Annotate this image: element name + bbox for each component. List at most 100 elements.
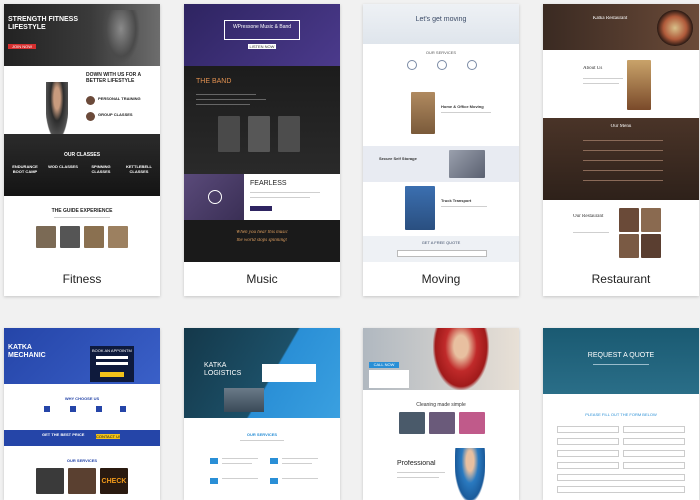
text-line: [222, 458, 258, 459]
template-label[interactable]: Moving: [363, 262, 519, 296]
template-card-mechanic[interactable]: KATKA MECHANIC BOOK AN APPOINTMENT WHY C…: [4, 328, 160, 500]
truck-photo: [405, 186, 435, 230]
menu-row: [583, 140, 663, 141]
menu-section: [543, 118, 699, 200]
feature-icon: [96, 406, 102, 412]
brand-title: KATKA MECHANIC: [8, 344, 46, 359]
gym-photo: [60, 226, 80, 248]
template-card-logistics[interactable]: KATKA LOGISTICS OUR SERVICES: [184, 328, 340, 500]
text-line: [196, 94, 256, 95]
gym-photo: [36, 226, 56, 248]
truck-image: [224, 388, 264, 412]
info-box: [369, 370, 409, 388]
cleaner-portrait: [455, 448, 485, 500]
text-line: [54, 217, 110, 218]
form-field: [557, 486, 685, 493]
dish-image: [657, 10, 693, 46]
feature-icon: [70, 406, 76, 412]
text-line: [593, 364, 649, 365]
point-icon: [86, 112, 95, 121]
service-item: Secure Self Storage: [379, 156, 417, 161]
text-line: [282, 458, 318, 459]
template-label[interactable]: Music: [184, 262, 340, 296]
template-card-moving[interactable]: Let's get moving OUR SERVICES Home & Off…: [363, 4, 519, 296]
template-thumbnail-mechanic[interactable]: KATKA MECHANIC BOOK AN APPOINTMENT WHY C…: [4, 328, 160, 500]
service-icon: [270, 458, 278, 464]
template-card-restaurant[interactable]: Katka Restaurant About Us Our Menu Our R…: [543, 4, 699, 296]
template-card-quote[interactable]: REQUEST A QUOTE PLEASE FILL OUT THE FORM…: [543, 328, 699, 500]
classes-title: OUR CLASSES: [63, 152, 101, 158]
text-line: [397, 472, 445, 473]
call-badge: CALL NOW: [369, 362, 399, 368]
quote-line: the world stops spinning!: [236, 238, 288, 243]
text-line: [573, 232, 609, 233]
text-line: [441, 206, 487, 207]
service-photo: [459, 412, 485, 434]
menu-row: [583, 150, 663, 151]
service-icon: [270, 478, 278, 484]
play-icon: [208, 190, 222, 204]
hero-title: REQUEST A QUOTE: [587, 352, 655, 359]
text-line: [196, 99, 266, 100]
form-field: [557, 426, 619, 433]
template-thumbnail-fitness[interactable]: STRENGTH FITNESS LIFESTYLE JOIN NOW DOWN…: [4, 4, 160, 262]
template-thumbnail-music[interactable]: WPressone Music & Band LISTEN NOW THE BA…: [184, 4, 340, 262]
professional-title: Professional: [397, 460, 436, 467]
service-icon: [437, 60, 447, 70]
cta-button: CONTACT US: [96, 434, 120, 439]
interior-photo: [619, 234, 639, 258]
band-member-photo: [278, 116, 300, 152]
service-icon: [210, 458, 218, 464]
template-label[interactable]: Fitness: [4, 262, 160, 296]
service-photo: [399, 412, 425, 434]
gym-photo: [108, 226, 128, 248]
text-line: [250, 197, 310, 198]
hero-section: [363, 4, 519, 44]
hero-section: [543, 328, 699, 394]
feature-icon: [44, 406, 50, 412]
feature-icon: [120, 406, 126, 412]
hero-title: Let's get moving: [415, 16, 467, 23]
form-title: PLEASE FILL OUT THE FORM BELOW: [585, 412, 657, 417]
form-field: [623, 450, 685, 457]
service-photo: [429, 412, 455, 434]
band-member-photo: [218, 116, 240, 152]
template-card-fitness[interactable]: STRENGTH FITNESS LIFESTYLE JOIN NOW DOWN…: [4, 4, 160, 296]
section-title: DOWN WITH US FOR A BETTER LIFESTYLE: [86, 72, 141, 84]
template-thumbnail-restaurant[interactable]: Katka Restaurant About Us Our Menu Our R…: [543, 4, 699, 262]
storage-band: [363, 146, 519, 182]
quote-input: [397, 250, 487, 257]
template-thumbnail-moving[interactable]: Let's get moving OUR SERVICES Home & Off…: [363, 4, 519, 262]
brand-title: Katka Restaurant: [592, 16, 628, 21]
form-field: [96, 356, 128, 359]
template-thumbnail-logistics[interactable]: KATKA LOGISTICS OUR SERVICES: [184, 328, 340, 500]
template-card-music[interactable]: WPressone Music & Band LISTEN NOW THE BA…: [184, 4, 340, 296]
template-label[interactable]: Restaurant: [543, 262, 699, 296]
template-thumbnail-quote[interactable]: REQUEST A QUOTE PLEASE FILL OUT THE FORM…: [543, 328, 699, 500]
service-icon: [210, 478, 218, 484]
band-title: THE BAND: [196, 78, 232, 85]
join-button: JOIN NOW: [8, 44, 36, 49]
hero-title: STRENGTH FITNESS LIFESTYLE: [8, 16, 78, 31]
tagline: Cleaning made simple: [416, 402, 466, 408]
form-field: [557, 474, 685, 481]
listen-button: LISTEN NOW: [248, 44, 276, 49]
template-card-cleaning[interactable]: CALL NOW Cleaning made simple Profession…: [363, 328, 519, 500]
why-title: WHY CHOOSE US: [64, 396, 100, 401]
point-one: PERSONAL TRAINING: [98, 96, 141, 101]
template-thumbnail-cleaning[interactable]: CALL NOW Cleaning made simple Profession…: [363, 328, 519, 500]
services-title: OUR SERVICES: [425, 50, 457, 55]
trainer-image: [46, 82, 68, 136]
form-field: [96, 362, 128, 365]
text-line: [250, 192, 320, 193]
band-member-photo: [248, 116, 270, 152]
class-item: ENDURANCE BOOT CAMP: [12, 164, 38, 174]
experience-title: THE GUIDE EXPERIENCE: [51, 208, 113, 214]
text-line: [583, 78, 623, 79]
quote-box: [262, 364, 316, 382]
interior-photo: [641, 234, 661, 258]
text-line: [240, 440, 284, 441]
quote-line: When you hear this music: [236, 230, 288, 235]
point-two: GROUP CLASSES: [98, 112, 133, 117]
brand-title: KATKA LOGISTICS: [204, 362, 242, 377]
